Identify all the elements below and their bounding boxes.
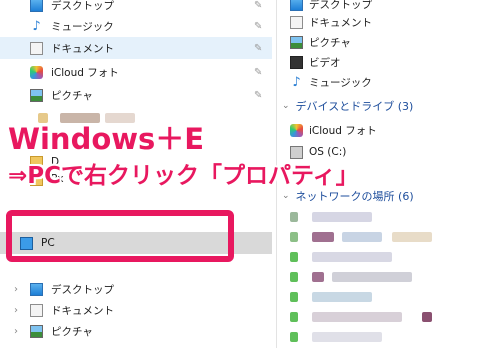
pictures-icon [30,324,43,338]
pin-icon: ✎ [254,42,263,54]
desktop-icon [30,282,43,296]
nav-item-icloud[interactable]: iCloud フォト ✎ [0,61,272,83]
folder-item-label: ドキュメント [309,16,372,29]
nav-item-label: ピクチャ [51,325,93,338]
music-note-icon: ♪ [32,18,41,34]
icloud-photos-icon [30,65,43,79]
document-icon [290,15,303,29]
desktop-icon [290,0,303,11]
chevron-right-icon[interactable]: › [14,284,18,295]
folder-item-documents[interactable]: ドキュメント [282,12,372,32]
folder-item-label: デスクトップ [309,0,372,11]
nav-item-documents[interactable]: ドキュメント ✎ [0,37,272,59]
desktop-icon [30,0,43,12]
nav-item-label: デスクトップ [51,0,114,12]
pictures-icon [30,88,43,102]
overlay-headline-1: Windows＋E [8,122,205,156]
nav-item-pc-pictures[interactable]: › ピクチャ [0,320,272,342]
nav-item-pictures[interactable]: ピクチャ ✎ [0,84,272,106]
chevron-right-icon[interactable]: › [14,305,18,316]
device-item-icloud[interactable]: iCloud フォト [282,120,377,140]
section-header: デバイスとドライブ (3) [295,100,414,113]
folder-item-label: ミュージック [309,76,372,89]
chevron-right-icon[interactable]: › [14,326,18,337]
pc-highlight-box [6,210,234,262]
nav-item-desktop[interactable]: デスクトップ ✎ [0,0,272,16]
section-devices-and-drives[interactable]: ⌄ デバイスとドライブ (3) [282,98,413,114]
folder-item-pictures[interactable]: ピクチャ [282,32,351,52]
pin-icon: ✎ [254,20,263,32]
music-note-icon: ♪ [292,74,301,90]
pin-icon: ✎ [254,66,263,78]
pin-icon: ✎ [254,89,263,101]
nav-item-pc-documents[interactable]: › ドキュメント [0,299,272,321]
nav-item-pc-desktop[interactable]: › デスクトップ [0,278,272,300]
device-item-label: iCloud フォト [309,124,377,137]
nav-item-label: ピクチャ [51,89,93,102]
nav-item-label: iCloud フォト [51,66,119,79]
icloud-photos-icon [290,123,303,137]
document-icon [30,303,43,317]
pictures-icon [290,35,303,49]
video-icon [290,55,303,69]
nav-item-label: デスクトップ [51,283,114,296]
section-network-locations[interactable]: ⌄ ネットワークの場所 (6) [282,188,414,204]
folder-item-label: ビデオ [309,56,341,69]
nav-item-label: ドキュメント [51,304,114,317]
nav-item-label: ミュージック [51,20,114,33]
nav-item-music[interactable]: ♪ ミュージック ✎ [0,15,272,37]
overlay-headline-2: ⇒PCで右クリック「プロパティ」 [8,163,359,189]
chevron-down-icon[interactable]: ⌄ [282,191,290,201]
folder-item-label: ピクチャ [309,36,351,49]
section-header: ネットワークの場所 (6) [295,190,414,203]
nav-item-label: ドキュメント [51,42,114,55]
document-icon [30,41,43,55]
pin-icon: ✎ [254,0,263,11]
folder-item-music[interactable]: ♪ ミュージック [282,72,372,92]
chevron-down-icon[interactable]: ⌄ [282,101,290,111]
folder-item-videos[interactable]: ビデオ [282,52,341,72]
